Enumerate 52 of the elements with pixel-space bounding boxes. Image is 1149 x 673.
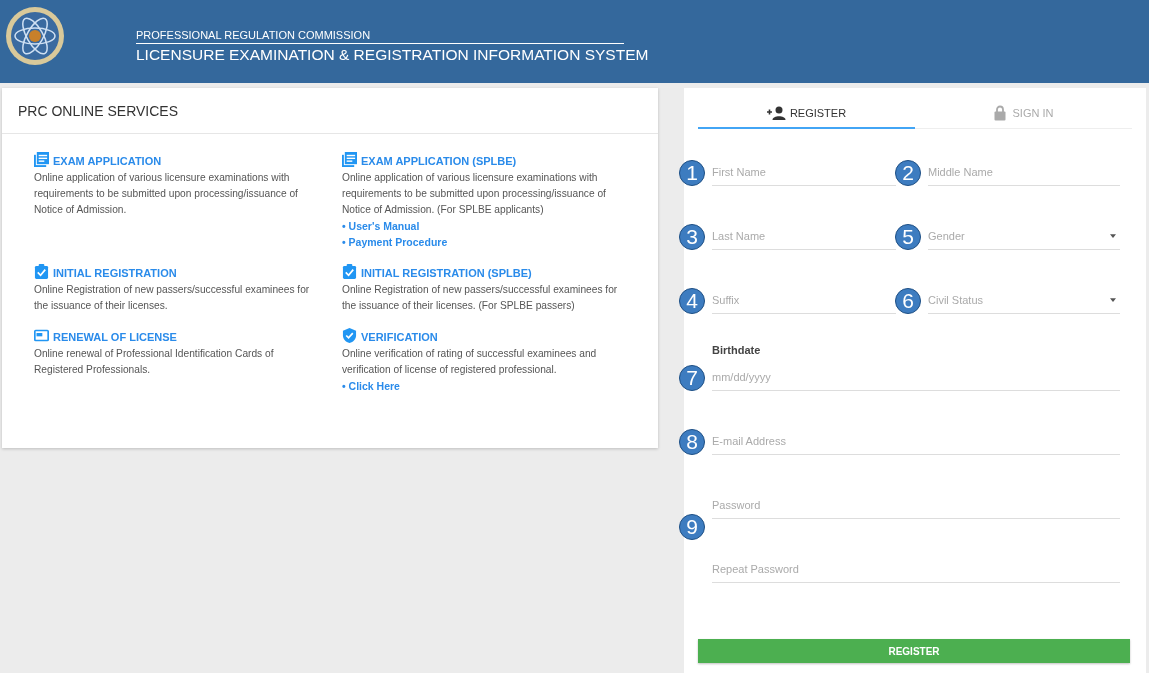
number-marker: 6 [895, 288, 921, 314]
shield-check-icon [342, 328, 357, 343]
input-field[interactable]: Repeat Password [712, 556, 1120, 583]
number-marker: 1 [679, 160, 705, 186]
header-title: LICENSURE EXAMINATION & REGISTRATION INFORMATION SYSTEM [136, 46, 649, 64]
number-marker: 8 [679, 429, 705, 455]
input-field[interactable]: Suffix [712, 287, 896, 314]
service-link[interactable]: INITIAL REGISTRATION [53, 267, 177, 279]
tab[interactable]: REGISTER [698, 98, 915, 129]
service-sublink[interactable]: • Click Here [342, 378, 642, 394]
number-marker: 2 [895, 160, 921, 186]
select-field[interactable]: Civil Status [928, 287, 1120, 314]
input-field[interactable]: First Name [712, 159, 896, 186]
service-sublink[interactable]: • Payment Procedure [342, 234, 642, 250]
card-title: PRC ONLINE SERVICES [2, 88, 658, 134]
service-description: Online Registration of new passers/successful examinees for the issuance of their licenses. (For SPLBE passers) [342, 283, 619, 313]
input-field[interactable]: Middle Name [928, 159, 1120, 186]
document-stack-icon [342, 152, 357, 167]
service-description: Online application of various licensure examinations with requirements to be submitted upon processing/issuance of Notice of Admission. [34, 171, 299, 217]
input-field[interactable]: Password [712, 492, 1120, 519]
document-stack-icon [34, 152, 49, 167]
number-marker: 5 [895, 224, 921, 250]
header-subtitle: PROFESSIONAL REGULATION COMMISSION [136, 29, 624, 44]
person-add-icon [766, 105, 787, 120]
service-description: Online Registration of new passers/successful examinees for the issuance of their licenses. [34, 283, 311, 313]
select-field[interactable]: Gender [928, 223, 1120, 250]
register-button[interactable]: REGISTER [698, 639, 1130, 663]
number-marker: 7 [679, 365, 705, 391]
service-link[interactable]: EXAM APPLICATION (SPLBE) [361, 155, 517, 167]
number-marker: 9 [679, 514, 705, 540]
birthdate-label: Birthdate [712, 344, 762, 356]
service-description: Online renewal of Professional Identification Cards of Registered Professionals. [34, 347, 275, 377]
service-sublink[interactable]: • User's Manual [342, 218, 642, 234]
number-marker: 4 [679, 288, 705, 314]
number-marker: 3 [679, 224, 705, 250]
input-field[interactable]: mm/dd/yyyy [712, 364, 1120, 391]
clipboard-check-icon [342, 264, 357, 279]
input-field[interactable]: E-mail Address [712, 428, 1120, 455]
card-icon [34, 328, 49, 343]
clipboard-check-icon [34, 264, 49, 279]
service-link[interactable]: INITIAL REGISTRATION (SPLBE) [361, 267, 532, 279]
tab[interactable]: SIGN IN [915, 98, 1132, 129]
caret-icon [1110, 298, 1116, 302]
caret-icon [1110, 234, 1116, 238]
service-link[interactable]: RENEWAL OF LICENSE [53, 331, 177, 343]
seal-logo-icon [5, 6, 65, 66]
input-field[interactable]: Last Name [712, 223, 896, 250]
service-description: Online verification of rating of successful examinees and verification of license of registered professional. [342, 347, 598, 377]
service-link[interactable]: VERIFICATION [361, 331, 438, 343]
lock-icon [993, 104, 1006, 121]
service-link[interactable]: EXAM APPLICATION [53, 155, 162, 167]
service-description: Online application of various licensure examinations with requirements to be submitted upon processing/issuance of Notice of Admission. (For SPLBE applicants) [342, 171, 607, 217]
